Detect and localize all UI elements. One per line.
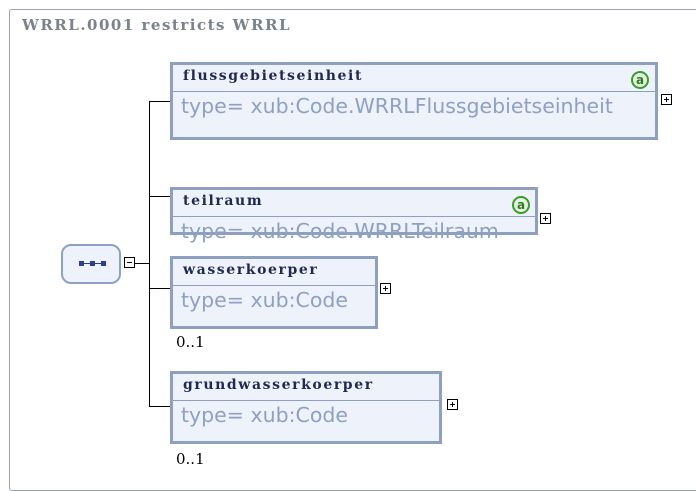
element-type: type= xub:Code <box>181 288 349 312</box>
expand-element-button[interactable] <box>661 94 672 105</box>
occurrence-label: 0..1 <box>176 450 205 468</box>
connector-branch <box>149 196 170 197</box>
element-teilraum[interactable]: teilraum a type= xub:Code.WRRLTeilraum <box>170 187 538 243</box>
connector-line <box>135 263 149 264</box>
expand-element-button[interactable] <box>447 399 458 410</box>
element-name: teilraum <box>183 193 264 209</box>
element-name: flussgebietseinheit <box>183 68 364 84</box>
element-divider <box>173 285 375 286</box>
occurrence-label: 0..1 <box>176 333 205 351</box>
element-grundwasserkoerper[interactable]: grundwasserkoerper type= xub:Code <box>170 371 442 444</box>
element-type: type= xub:Code <box>181 403 349 427</box>
element-wasserkoerper[interactable]: wasserkoerper type= xub:Code <box>170 256 378 329</box>
connector-trunk <box>149 101 150 406</box>
element-divider <box>173 216 535 217</box>
expand-element-button[interactable] <box>540 213 551 224</box>
connector-branch <box>149 101 170 102</box>
diagram-title: WRRL.0001 restricts WRRL <box>22 16 291 34</box>
element-type: type= xub:Code.WRRLTeilraum <box>181 219 499 243</box>
attribute-icon: a <box>631 71 649 89</box>
connector-branch <box>149 406 170 407</box>
collapse-sequence-button[interactable] <box>124 257 135 268</box>
connector-branch <box>149 288 170 289</box>
element-name: grundwasserkoerper <box>183 377 374 393</box>
element-flussgebietseinheit[interactable]: flussgebietseinheit a type= xub:Code.WRR… <box>170 62 658 140</box>
element-name: wasserkoerper <box>183 262 319 278</box>
expand-element-button[interactable] <box>380 283 391 294</box>
element-divider <box>173 400 439 401</box>
attribute-icon: a <box>512 196 530 214</box>
sequence-compositor[interactable] <box>61 244 121 284</box>
element-type: type= xub:Code.WRRLFlussgebietseinheit <box>181 94 613 118</box>
element-divider <box>173 91 655 92</box>
